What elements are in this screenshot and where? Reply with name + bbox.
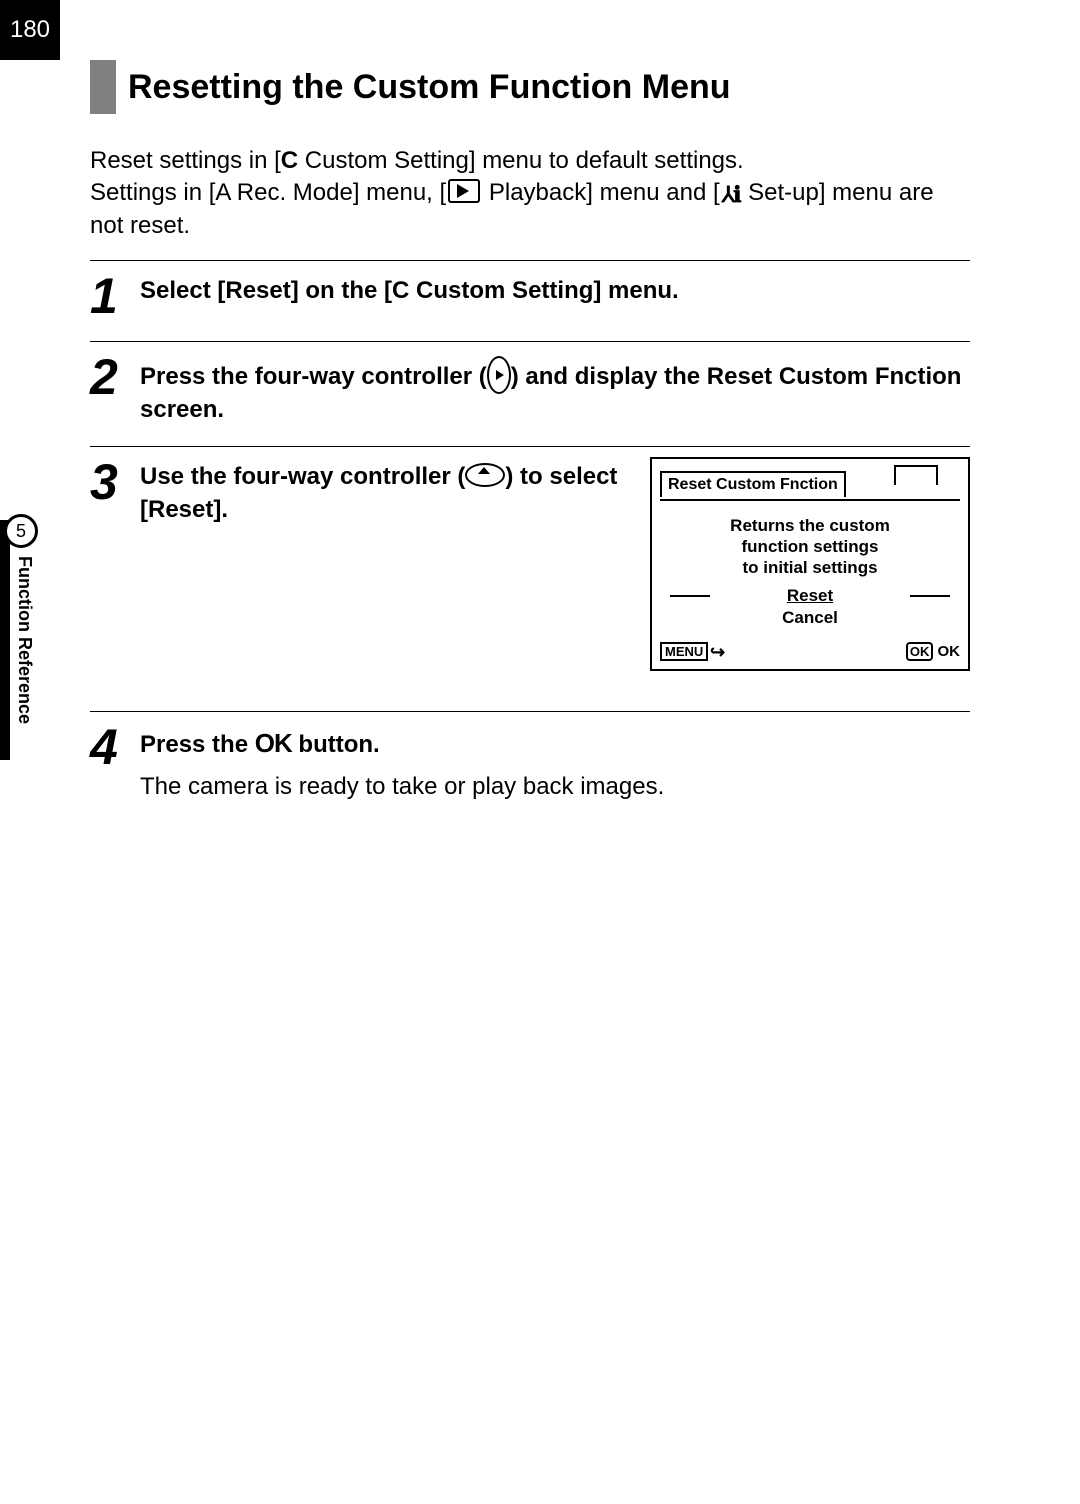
intro-part: Rec. Mode] menu, [	[230, 179, 446, 206]
text: Press the four-way controller (	[140, 363, 487, 390]
intro-part: Settings in [	[90, 179, 215, 206]
step3-instruction: Use the four-way controller () to select…	[140, 461, 630, 526]
menu-box-icon: MENU	[660, 642, 708, 661]
step-3: 3 Use the four-way controller () to sele…	[90, 446, 970, 690]
ok-box-icon: OK	[906, 642, 934, 661]
step-4: 4 Press the OK button. The camera is rea…	[90, 711, 970, 824]
fourway-right-icon	[487, 356, 511, 394]
tab-bar	[0, 520, 10, 760]
lcd-tab-right	[894, 465, 938, 485]
ok-button-label: OK	[255, 728, 292, 758]
step-text: Press the four-way controller () and dis…	[140, 356, 970, 426]
step-number: 2	[90, 352, 140, 402]
lcd-reset-option: Reset	[660, 585, 960, 608]
chapter-number-circle: 5	[4, 514, 38, 548]
lcd-ok-hint: OK OK	[906, 642, 960, 662]
c-menu-token: C	[392, 277, 409, 304]
intro-part: Reset settings in [	[90, 147, 281, 174]
chapter-label: Function Reference	[14, 520, 35, 724]
text: Use the four-way controller (	[140, 463, 465, 490]
step-text: Press the OK button. The camera is ready…	[140, 726, 970, 804]
step-text: Use the four-way controller () to select…	[140, 461, 970, 670]
lcd-footer: MENU↩ OK OK	[660, 636, 960, 664]
return-arrow-icon: ↩	[710, 640, 725, 664]
text: Press the	[140, 731, 255, 758]
text: Custom Setting] menu.	[409, 277, 678, 304]
step-subtext: The camera is ready to take or play back…	[140, 771, 970, 803]
intro-part: Playback] menu and [	[482, 179, 719, 206]
step-number: 4	[90, 722, 140, 772]
text: Returns the custom	[730, 516, 890, 535]
chapter-thumb-tab: 5 Function Reference	[0, 520, 35, 760]
lcd-screen: Reset Custom Fnction Returns the custom …	[650, 457, 970, 670]
page-number: 180	[0, 0, 60, 60]
heading-text: Resetting the Custom Function Menu	[128, 68, 731, 107]
lcd-cancel-option: Cancel	[660, 607, 960, 636]
heading-accent	[90, 60, 116, 114]
text: function settings	[742, 537, 879, 556]
intro-part: Custom Setting] menu to default settings…	[298, 147, 744, 174]
page-heading: Resetting the Custom Function Menu	[90, 60, 970, 114]
text: Select [Reset] on the [	[140, 277, 392, 304]
setup-icon: ⅄ℹ	[722, 180, 740, 210]
text: to initial settings	[742, 558, 877, 577]
lcd-tab-title: Reset Custom Fnction	[660, 471, 846, 497]
intro-text: Reset settings in [C Custom Setting] men…	[90, 145, 970, 242]
step-2: 2 Press the four-way controller () and d…	[90, 341, 970, 446]
step-1: 1 Select [Reset] on the [C Custom Settin…	[90, 260, 970, 341]
fourway-up-icon	[465, 463, 505, 487]
step-number: 1	[90, 271, 140, 321]
playback-icon	[448, 179, 480, 203]
text: button.	[292, 731, 380, 758]
lcd-menu-hint: MENU↩	[660, 640, 725, 664]
steps-list: 1 Select [Reset] on the [C Custom Settin…	[90, 260, 970, 823]
c-menu-token: C	[281, 147, 298, 174]
rec-mode-token: A	[215, 179, 230, 206]
step-text: Select [Reset] on the [C Custom Setting]…	[140, 275, 970, 307]
step-number: 3	[90, 457, 140, 507]
lcd-message: Returns the custom function settings to …	[660, 501, 960, 585]
ok-label: OK	[938, 643, 961, 660]
